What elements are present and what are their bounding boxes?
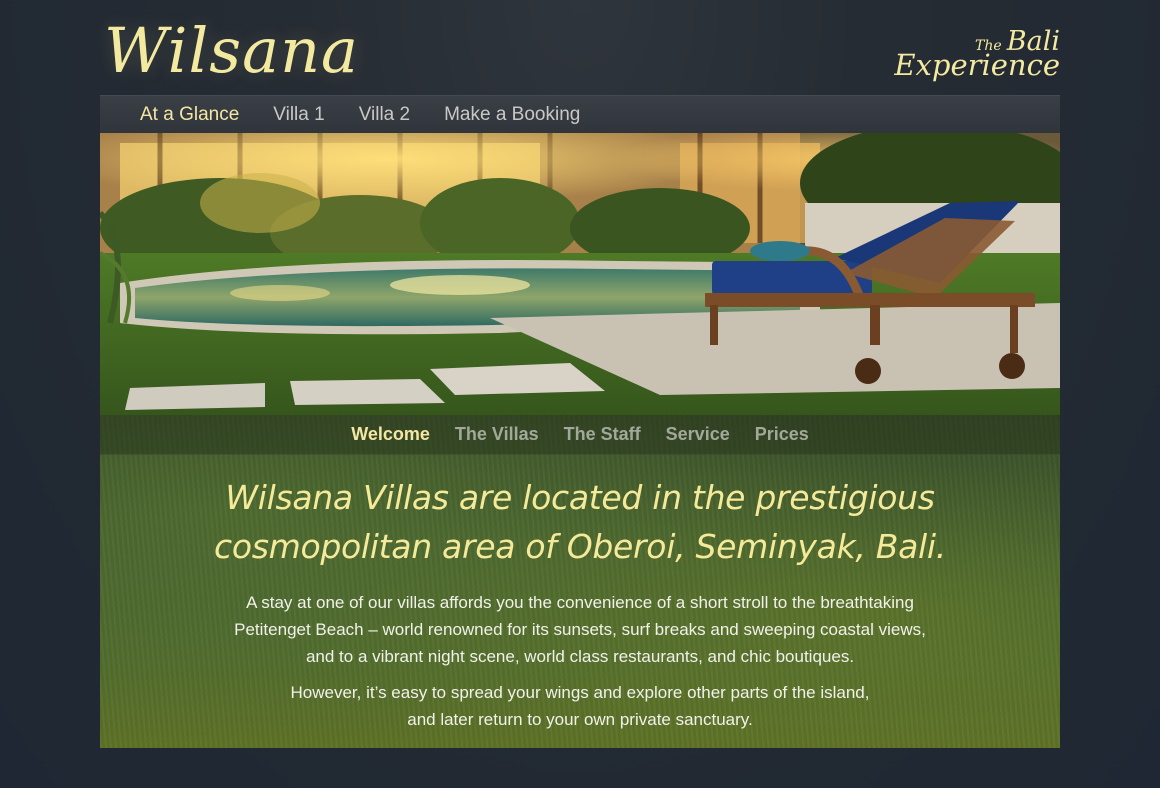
subnav-item-the-villas[interactable]: The Villas xyxy=(455,424,539,445)
pool-villa-image xyxy=(100,133,1060,415)
subnav-item-prices[interactable]: Prices xyxy=(755,424,809,445)
hero-photo xyxy=(100,133,1060,415)
nav-item-make-a-booking[interactable]: Make a Booking xyxy=(444,104,580,126)
content-panel: Welcome The Villas The Staff Service Pri… xyxy=(100,415,1060,748)
main-nav: At a Glance Villa 1 Villa 2 Make a Booki… xyxy=(100,95,1060,133)
site-logo[interactable]: Wilsana xyxy=(104,14,359,87)
nav-item-villa-1[interactable]: Villa 1 xyxy=(273,104,324,126)
nav-item-at-a-glance[interactable]: At a Glance xyxy=(140,104,239,126)
explore-line-2: and later return to your own private san… xyxy=(407,710,753,729)
headline-line-1: Wilsana Villas are located in the presti… xyxy=(225,478,935,517)
headline-line-2: cosmopolitan area of Oberoi, Seminyak, B… xyxy=(214,527,946,566)
explore-paragraph: However, it’s easy to spread your wings … xyxy=(180,679,980,733)
sub-nav: Welcome The Villas The Staff Service Pri… xyxy=(100,415,1060,455)
intro-line-3: and to a vibrant night scene, world clas… xyxy=(305,647,855,666)
tagline-experience: Experience xyxy=(894,48,1060,82)
subnav-item-service[interactable]: Service xyxy=(666,424,730,445)
intro-line-2: Petitenget Beach – world renowned for it… xyxy=(234,620,926,639)
tagline: The Bali Experience xyxy=(894,28,1060,80)
nav-item-villa-2[interactable]: Villa 2 xyxy=(359,104,410,126)
subnav-item-the-staff[interactable]: The Staff xyxy=(564,424,641,445)
intro-paragraph: A stay at one of our villas affords you … xyxy=(180,589,980,670)
welcome-headline: Wilsana Villas are located in the presti… xyxy=(200,473,960,571)
subnav-item-welcome[interactable]: Welcome xyxy=(351,424,430,445)
intro-line-1: A stay at one of our villas affords you … xyxy=(246,593,914,612)
explore-line-1: However, it’s easy to spread your wings … xyxy=(290,683,870,702)
